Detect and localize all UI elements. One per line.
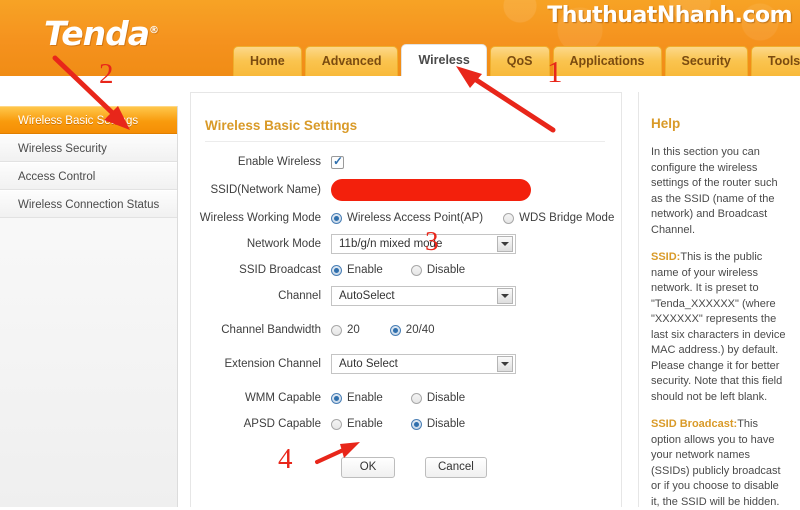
chevron-down-icon[interactable] [497, 288, 513, 304]
radio-input-apsd-disable[interactable] [411, 419, 422, 430]
help-ssid-text: This is the public name of your wireless… [651, 251, 786, 403]
sidebar-item-wireless-connection-status[interactable]: Wireless Connection Status [0, 190, 177, 218]
row-wireless-working-mode: Wireless Working Mode Wireless Access Po… [191, 207, 621, 229]
tab-tools[interactable]: Tools [751, 46, 800, 76]
chevron-down-icon[interactable] [497, 236, 513, 252]
label-wmm-capable: WMM Capable [191, 392, 331, 404]
sidebar-item-access-control[interactable]: Access Control [0, 162, 177, 190]
tab-wireless[interactable]: Wireless [401, 44, 486, 76]
label-ssid: SSID(Network Name) [191, 184, 331, 196]
channel-value: AutoSelect [332, 290, 395, 302]
tab-home[interactable]: Home [233, 46, 302, 76]
annotation-step-2: 2 [99, 60, 114, 89]
tab-security[interactable]: Security [665, 46, 748, 76]
help-panel: Help In this section you can configure t… [638, 92, 800, 507]
help-broadcast-key: SSID Broadcast: [651, 418, 737, 430]
chevron-down-icon[interactable] [497, 356, 513, 372]
radio-label-apsd-enable: Enable [347, 418, 383, 430]
radio-input-bcast-enable[interactable] [331, 265, 342, 276]
radio-label-wds: WDS Bridge Mode [519, 212, 614, 224]
radio-bandwidth-2040[interactable]: 20/40 [390, 324, 435, 336]
radio-wmm-enable[interactable]: Enable [331, 392, 383, 404]
row-extension-channel: Extension Channel Auto Select [191, 353, 621, 375]
extension-channel-select[interactable]: Auto Select [331, 354, 516, 374]
ok-button[interactable]: OK [341, 457, 395, 478]
enable-wireless-checkbox[interactable] [331, 156, 344, 169]
row-apsd-capable: APSD Capable Enable Disable [191, 413, 621, 435]
radio-label-bcast-disable: Disable [427, 264, 465, 276]
cancel-button[interactable]: Cancel [425, 457, 487, 478]
radio-label-ap: Wireless Access Point(AP) [347, 212, 483, 224]
radio-input-bcast-disable[interactable] [411, 265, 422, 276]
tab-applications[interactable]: Applications [553, 46, 662, 76]
radio-input-wmm-enable[interactable] [331, 393, 342, 404]
site-watermark: ThuthuatNhanh.com [547, 3, 792, 28]
label-extension-channel: Extension Channel [191, 358, 331, 370]
sidebar-filler [0, 250, 177, 507]
radio-label-bw-2040: 20/40 [406, 324, 435, 336]
row-channel-bandwidth: Channel Bandwidth 20 20/40 [191, 319, 621, 341]
label-apsd-capable: APSD Capable [191, 418, 331, 430]
help-ssid-key: SSID: [651, 251, 680, 263]
radio-apsd-disable[interactable]: Disable [411, 418, 465, 430]
help-ssid-paragraph: SSID:This is the public name of your wir… [651, 250, 790, 405]
radio-wireless-access-point[interactable]: Wireless Access Point(AP) [331, 212, 483, 224]
radio-ssid-broadcast-disable[interactable]: Disable [411, 264, 465, 276]
row-channel: Channel AutoSelect [191, 285, 621, 307]
radio-input-wds[interactable] [503, 213, 514, 224]
radio-input-ap[interactable] [331, 213, 342, 224]
radio-label-apsd-disable: Disable [427, 418, 465, 430]
row-enable-wireless: Enable Wireless [191, 151, 621, 173]
tab-qos[interactable]: QoS [490, 46, 550, 76]
radio-ssid-broadcast-enable[interactable]: Enable [331, 264, 383, 276]
radio-label-bcast-enable: Enable [347, 264, 383, 276]
tenda-logo: Tenda® [44, 14, 158, 53]
extension-channel-value: Auto Select [332, 358, 398, 370]
page-body: Wireless Basic Settings Wireless Securit… [0, 76, 800, 507]
radio-apsd-enable[interactable]: Enable [331, 418, 383, 430]
radio-label-wmm-enable: Enable [347, 392, 383, 404]
row-network-mode: Network Mode 11b/g/n mixed mode [191, 233, 621, 255]
radio-input-bw-2040[interactable] [390, 325, 401, 336]
sidebar-item-wireless-security[interactable]: Wireless Security [0, 134, 177, 162]
label-channel: Channel [191, 290, 331, 302]
annotation-step-1: 1 [547, 56, 563, 87]
ssid-input-redacted[interactable] [331, 179, 531, 201]
help-broadcast-paragraph: SSID Broadcast:This option allows you to… [651, 417, 790, 510]
sidebar-item-wireless-basic-settings[interactable]: Wireless Basic Settings [0, 106, 177, 134]
label-ssid-broadcast: SSID Broadcast [191, 264, 331, 276]
radio-wds-bridge-mode[interactable]: WDS Bridge Mode [503, 212, 614, 224]
help-intro-text: In this section you can configure the wi… [651, 145, 790, 238]
page-title: Wireless Basic Settings [205, 118, 357, 133]
registered-mark-icon: ® [149, 25, 158, 36]
main-panel: Wireless Basic Settings Enable Wireless … [190, 92, 622, 507]
radio-label-wmm-disable: Disable [427, 392, 465, 404]
tab-advanced[interactable]: Advanced [305, 46, 399, 76]
label-channel-bandwidth: Channel Bandwidth [191, 324, 331, 336]
channel-select[interactable]: AutoSelect [331, 286, 516, 306]
radio-input-bw-20[interactable] [331, 325, 342, 336]
radio-wmm-disable[interactable]: Disable [411, 392, 465, 404]
help-title: Help [651, 116, 790, 131]
main-navigation: Home Advanced Wireless QoS Applications … [233, 44, 800, 76]
annotation-step-4: 4 [278, 445, 293, 474]
app-header: Tenda® ThuthuatNhanh.com Home Advanced W… [0, 0, 800, 76]
row-wmm-capable: WMM Capable Enable Disable [191, 387, 621, 409]
row-ssid-broadcast: SSID Broadcast Enable Disable [191, 259, 621, 281]
radio-input-wmm-disable[interactable] [411, 393, 422, 404]
radio-label-bw-20: 20 [347, 324, 360, 336]
title-divider [205, 141, 605, 142]
annotation-step-3: 3 [425, 228, 439, 255]
wireless-settings-form: Enable Wireless SSID(Network Name) Wirel… [191, 151, 621, 478]
radio-input-apsd-enable[interactable] [331, 419, 342, 430]
sidebar: Wireless Basic Settings Wireless Securit… [0, 106, 178, 507]
radio-bandwidth-20[interactable]: 20 [331, 324, 360, 336]
network-mode-select[interactable]: 11b/g/n mixed mode [331, 234, 516, 254]
label-enable-wireless: Enable Wireless [191, 156, 331, 168]
row-ssid: SSID(Network Name) [191, 177, 621, 203]
form-actions: OK Cancel [341, 457, 621, 478]
label-network-mode: Network Mode [191, 238, 331, 250]
help-broadcast-text: This option allows you to have your netw… [651, 418, 781, 508]
label-wireless-working-mode: Wireless Working Mode [191, 212, 331, 224]
